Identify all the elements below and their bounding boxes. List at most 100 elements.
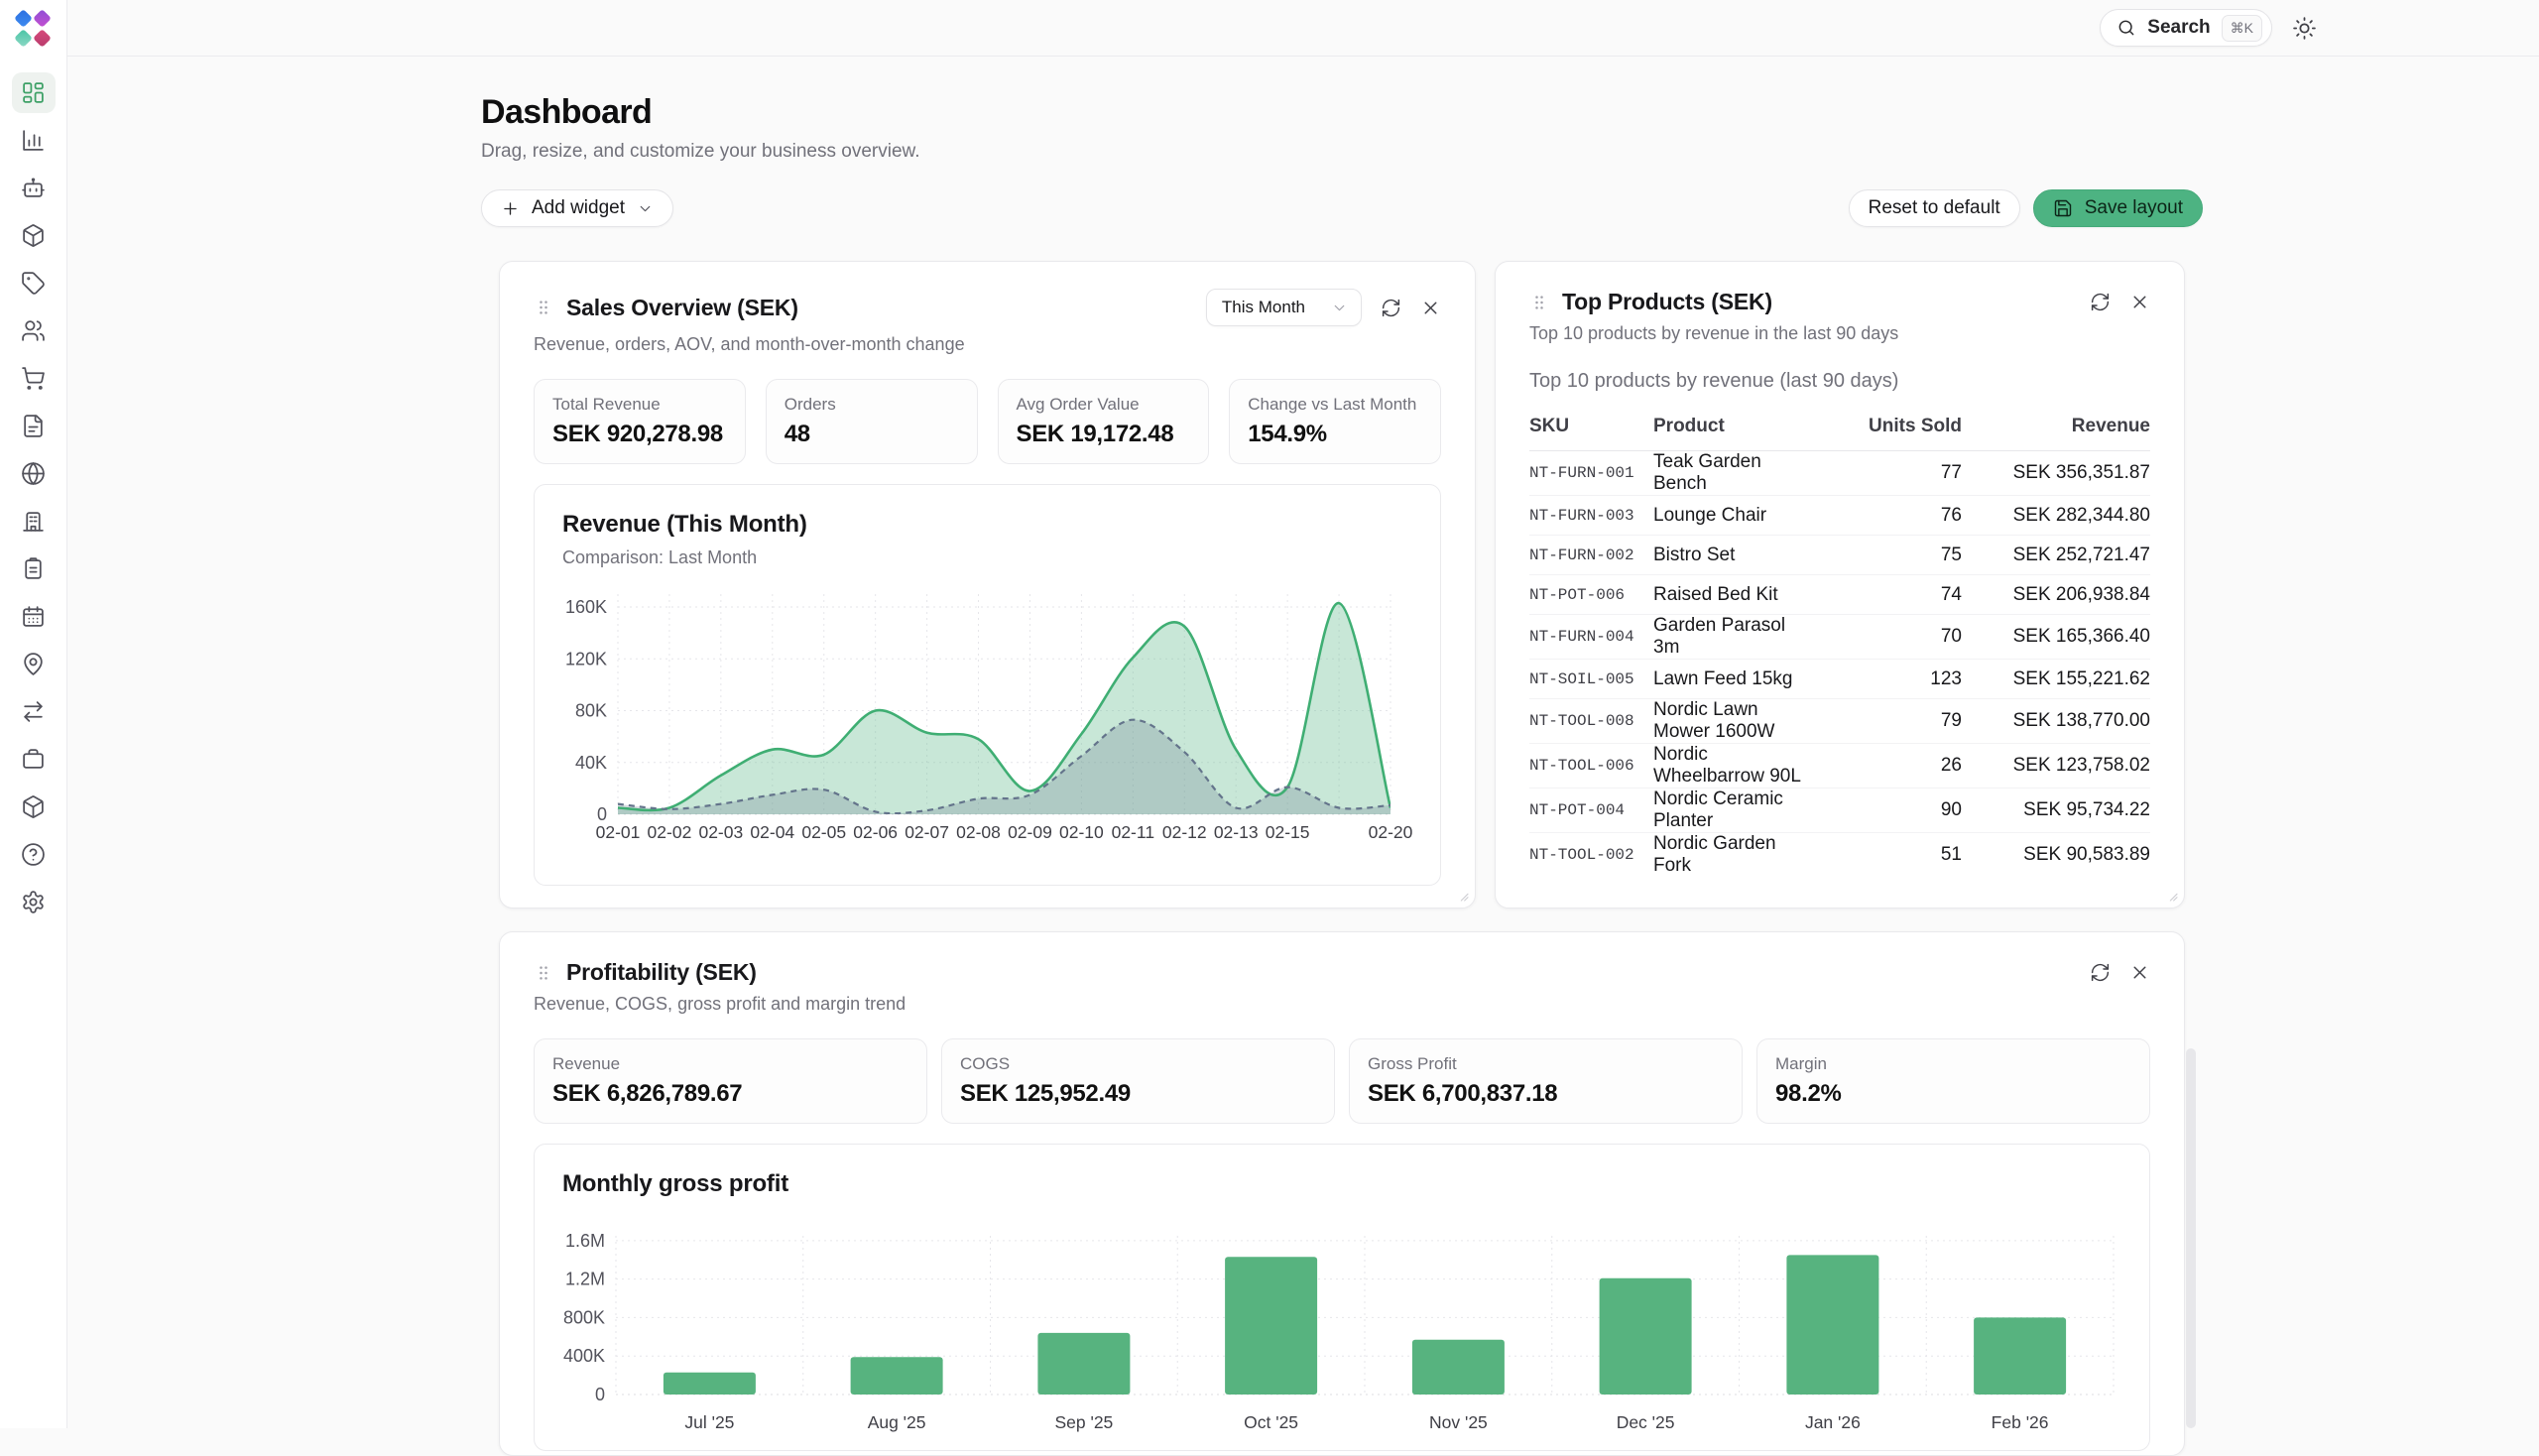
sales-stats-row: Total Revenue SEK 920,278.98Orders 48Avg… (534, 379, 1441, 464)
stat-label: COGS (960, 1054, 1316, 1074)
save-layout-button[interactable]: Save layout (2033, 189, 2203, 227)
logo-diamond-teal (14, 29, 33, 48)
chart-subtitle: Comparison: Last Month (562, 547, 1412, 568)
page-subtitle: Drag, resize, and customize your busines… (481, 141, 2203, 163)
sidebar-item-calendar[interactable] (12, 596, 56, 637)
revenue-chart-panel: Revenue (This Month) Comparison: Last Mo… (534, 484, 1441, 886)
cell-product: Nordic Garden Fork (1653, 833, 1813, 878)
shopping-cart-icon (21, 366, 46, 391)
table-row: NT-FURN-004 Garden Parasol 3m 70 SEK 165… (1529, 615, 2150, 660)
stat-card: Revenue SEK 6,826,789.67 (534, 1038, 927, 1124)
top-products-widget: Top Products (SEK) Top 10 products by re… (1495, 261, 2185, 909)
map-pin-icon (21, 652, 46, 676)
cell-revenue: SEK 138,770.00 (1962, 699, 2150, 744)
sales-overview-widget: Sales Overview (SEK) This Month Revenue,… (499, 261, 1476, 909)
widget-title: Sales Overview (SEK) (566, 295, 798, 321)
sidebar-item-help-circle[interactable] (12, 834, 56, 875)
scrollbar-thumb[interactable] (2186, 1048, 2196, 1428)
bot-icon (21, 176, 46, 200)
refresh-button[interactable] (1381, 298, 1401, 318)
help-circle-icon (21, 842, 46, 867)
sidebar-item-file-text[interactable] (12, 406, 56, 446)
cell-units: 76 (1813, 496, 1962, 536)
svg-text:02-09: 02-09 (1008, 822, 1052, 842)
column-header: SKU (1529, 407, 1653, 451)
sidebar-item-map-pin[interactable] (12, 644, 56, 684)
sun-icon (2292, 16, 2317, 41)
add-widget-button[interactable]: Add widget (481, 189, 673, 227)
svg-text:800K: 800K (563, 1307, 605, 1327)
sidebar-item-package[interactable] (12, 215, 56, 256)
logo-diamond-pink (33, 29, 52, 48)
globe-icon (21, 461, 46, 486)
close-widget-button[interactable] (2129, 292, 2150, 312)
svg-text:Jul '25: Jul '25 (684, 1412, 734, 1432)
svg-text:80K: 80K (575, 701, 607, 721)
briefcase-icon (21, 747, 46, 772)
cell-sku: NT-FURN-001 (1529, 451, 1653, 496)
stat-card: Gross Profit SEK 6,700,837.18 (1349, 1038, 1743, 1124)
sidebar-item-tag[interactable] (12, 263, 56, 303)
chart-title: Monthly gross profit (562, 1170, 2121, 1198)
search-shortcut-badge: ⌘K (2222, 15, 2262, 42)
cell-product: Raised Bed Kit (1653, 575, 1813, 615)
cell-sku: NT-TOOL-002 (1529, 833, 1653, 878)
svg-text:Sep '25: Sep '25 (1054, 1412, 1113, 1432)
close-widget-button[interactable] (2129, 962, 2150, 983)
resize-handle[interactable] (1454, 887, 1470, 903)
sidebar-item-layout-dashboard[interactable] (12, 72, 56, 113)
search-button[interactable]: Search ⌘K (2100, 9, 2272, 47)
cell-revenue: SEK 252,721.47 (1962, 536, 2150, 575)
period-select[interactable]: This Month (1206, 289, 1362, 326)
table-header-row: SKUProductUnits SoldRevenue (1529, 407, 2150, 451)
layout-dashboard-icon (21, 80, 46, 105)
main-content: Dashboard Drag, resize, and customize yo… (481, 57, 2203, 1456)
cell-sku: NT-FURN-002 (1529, 536, 1653, 575)
svg-text:02-04: 02-04 (750, 822, 794, 842)
refresh-button[interactable] (2090, 292, 2111, 312)
reset-to-default-button[interactable]: Reset to default (1849, 189, 2020, 227)
close-widget-button[interactable] (1420, 298, 1441, 318)
refresh-button[interactable] (2090, 962, 2111, 983)
sidebar-item-globe[interactable] (12, 453, 56, 494)
stat-label: Avg Order Value (1017, 395, 1191, 415)
app-logo[interactable] (15, 10, 53, 48)
sidebar-item-package-2[interactable] (12, 787, 56, 827)
table-caption: Top 10 products by revenue (last 90 days… (1529, 370, 2150, 393)
widget-subtitle: Top 10 products by revenue in the last 9… (1529, 323, 2150, 344)
sidebar-item-shopping-cart[interactable] (12, 358, 56, 399)
chart-title: Revenue (This Month) (562, 511, 1412, 539)
resize-handle[interactable] (2163, 887, 2179, 903)
cell-units: 70 (1813, 615, 1962, 660)
sidebar-item-bar-chart[interactable] (12, 120, 56, 161)
stat-value: 48 (785, 421, 959, 448)
drag-handle-icon[interactable] (534, 298, 553, 317)
svg-text:02-13: 02-13 (1214, 822, 1259, 842)
sidebar-item-clipboard-list[interactable] (12, 548, 56, 589)
logo-diamond-blue (14, 9, 33, 28)
stat-card: COGS SEK 125,952.49 (941, 1038, 1335, 1124)
column-header: Product (1653, 407, 1813, 451)
sidebar-item-settings[interactable] (12, 882, 56, 922)
stat-card: Total Revenue SEK 920,278.98 (534, 379, 746, 464)
sidebar-item-arrows-right-left[interactable] (12, 691, 56, 732)
drag-handle-icon[interactable] (1529, 293, 1549, 312)
sidebar-item-users[interactable] (12, 310, 56, 351)
theme-toggle-button[interactable] (2292, 16, 2317, 41)
stat-card: Avg Order Value SEK 19,172.48 (998, 379, 1210, 464)
sidebar-item-building[interactable] (12, 501, 56, 542)
svg-text:02-15: 02-15 (1266, 822, 1310, 842)
stat-value: SEK 125,952.49 (960, 1080, 1316, 1108)
cell-revenue: SEK 206,938.84 (1962, 575, 2150, 615)
cell-sku: NT-FURN-004 (1529, 615, 1653, 660)
stat-value: 154.9% (1248, 421, 1422, 448)
search-label: Search (2147, 17, 2210, 39)
stat-card: Change vs Last Month 154.9% (1229, 379, 1441, 464)
file-text-icon (21, 414, 46, 438)
svg-text:Feb '26: Feb '26 (1992, 1412, 2049, 1432)
svg-text:Nov '25: Nov '25 (1429, 1412, 1488, 1432)
sidebar-item-bot[interactable] (12, 168, 56, 208)
sidebar-item-briefcase[interactable] (12, 739, 56, 780)
cell-product: Teak Garden Bench (1653, 451, 1813, 496)
drag-handle-icon[interactable] (534, 963, 553, 983)
